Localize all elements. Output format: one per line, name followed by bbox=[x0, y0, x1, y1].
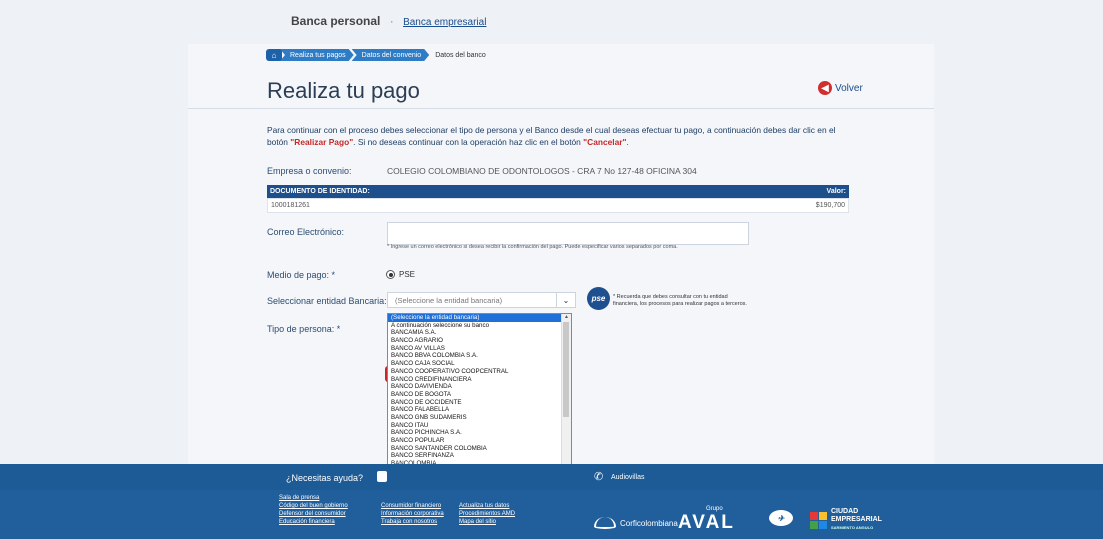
dropdown-options: (Seleccione la entidad bancaria) A contin… bbox=[388, 314, 561, 468]
scroll-thumb[interactable] bbox=[563, 322, 569, 417]
dropdown-option[interactable]: BANCO SERFINANZA bbox=[388, 452, 561, 460]
dropdown-option[interactable]: A continuación seleccione su banco bbox=[388, 322, 561, 330]
phone-icon[interactable]: ✆ bbox=[594, 470, 603, 483]
dropdown-option[interactable]: (Seleccione la entidad bancaria) bbox=[388, 314, 561, 322]
pse-note-line1: * Recuerda que debes consultar con tu en… bbox=[613, 294, 728, 300]
breadcrumb-item-convenio[interactable]: Datos del convenio bbox=[352, 49, 430, 61]
entidad-label: Seleccionar entidad Bancaria: * bbox=[267, 296, 393, 306]
ciudad-empresarial-logo: CIUDAD EMPRESARIAL SARMIENTO ANGULO bbox=[810, 508, 882, 532]
table-row: 1000181261 $190,700 bbox=[267, 198, 849, 213]
dropdown-option[interactable]: BANCAMIA S.A. bbox=[388, 329, 561, 337]
breadcrumb-current: Datos del banco bbox=[435, 51, 486, 59]
aval-text: AVAL bbox=[678, 512, 735, 533]
bank-select-value: (Seleccione la entidad bancaria) bbox=[395, 295, 503, 305]
document-table: DOCUMENTO DE IDENTIDAD: Valor: 100018126… bbox=[267, 185, 849, 213]
breadcrumb-item-pagos[interactable]: Realiza tus pagos bbox=[280, 49, 354, 61]
footer-link[interactable]: Consumidor financiero bbox=[381, 502, 444, 510]
ciudad-line1: CIUDAD bbox=[831, 508, 859, 515]
footer-link[interactable]: Trabaja con nosotros bbox=[381, 518, 444, 526]
nav-banca-empresarial[interactable]: Banca empresarial bbox=[403, 17, 486, 28]
table-header: DOCUMENTO DE IDENTIDAD: Valor: bbox=[267, 185, 849, 198]
tipo-label: Tipo de persona: * bbox=[267, 324, 341, 334]
pse-note-line2: financiera, los procesos para realizar p… bbox=[613, 301, 747, 307]
dropdown-option[interactable]: BANCO ITAU bbox=[388, 422, 561, 430]
dropdown-option[interactable]: BANCO COOPERATIVO COOPCENTRAL bbox=[388, 368, 561, 376]
dropdown-option[interactable]: BANCO PICHINCHA S.A. bbox=[388, 429, 561, 437]
intro-realizar: "Realizar Pago" bbox=[290, 137, 354, 147]
medio-label: Medio de pago: * bbox=[267, 270, 336, 280]
corficolombiana-logo: Corficolombiana bbox=[594, 517, 678, 529]
back-label: Volver bbox=[835, 82, 863, 94]
page-title: Realiza tu pago bbox=[267, 78, 420, 103]
empresa-value: COLEGIO COLOMBIANO DE ODONTOLOGOS - CRA … bbox=[387, 166, 697, 176]
breadcrumb: ⌂ Realiza tus pagos Datos del convenio D… bbox=[266, 48, 486, 62]
pse-note: * Recuerda que debes consultar con tu en… bbox=[613, 294, 793, 308]
dropdown-option[interactable]: BANCO FALABELLA bbox=[388, 406, 561, 414]
corficolombiana-text: Corficolombiana bbox=[620, 518, 678, 528]
nav-separator: · bbox=[389, 14, 394, 28]
footer bbox=[0, 490, 1103, 539]
pse-radio[interactable]: PSE bbox=[386, 270, 415, 279]
email-field[interactable] bbox=[387, 222, 749, 245]
ciudad-line3: SARMIENTO ANGULO bbox=[831, 525, 874, 530]
dropdown-option[interactable]: BANCO CAJA SOCIAL bbox=[388, 360, 561, 368]
footer-link[interactable]: Mapa del sitio bbox=[459, 518, 515, 526]
back-arrow-icon: ◀ bbox=[818, 81, 832, 95]
dropdown-option[interactable]: BANCO POPULAR bbox=[388, 437, 561, 445]
top-nav: Banca personal · Banca empresarial bbox=[291, 14, 486, 28]
back-button[interactable]: ◀ Volver bbox=[818, 81, 863, 95]
empresa-label: Empresa o convenio: bbox=[267, 166, 352, 176]
nav-banca-personal[interactable]: Banca personal bbox=[291, 14, 380, 28]
ciudad-line2: EMPRESARIAL bbox=[831, 516, 882, 523]
doc-number: 1000181261 bbox=[271, 202, 310, 209]
ciudad-text: CIUDAD EMPRESARIAL SARMIENTO ANGULO bbox=[831, 508, 882, 532]
dropdown-option[interactable]: BANCO AV VILLAS bbox=[388, 345, 561, 353]
dropdown-option[interactable]: BANCO CREDIFINANCIERA bbox=[388, 376, 561, 384]
footer-link[interactable]: Defensor del consumidor bbox=[279, 510, 348, 518]
doc-valor: $190,700 bbox=[815, 202, 845, 209]
intro-cancelar: "Cancelar" bbox=[583, 137, 627, 147]
footer-col3: Actualiza tus datos Procedimientos AMD M… bbox=[459, 502, 515, 526]
help-label[interactable]: ¿Necesitas ayuda? bbox=[286, 473, 363, 483]
dropdown-option[interactable]: BANCO AGRARIO bbox=[388, 337, 561, 345]
footer-col2: Consumidor financiero Información corpor… bbox=[381, 502, 444, 526]
chat-icon[interactable] bbox=[377, 471, 387, 482]
footer-link[interactable]: Educación financiera bbox=[279, 518, 348, 526]
dropdown-option[interactable]: BANCO DAVIVIENDA bbox=[388, 383, 561, 391]
chevron-down-icon[interactable]: ⌄ bbox=[556, 293, 575, 307]
footer-link[interactable]: Información corporativa bbox=[381, 510, 444, 518]
footer-col1: Sala de prensa Código del buen gobierno … bbox=[279, 494, 348, 526]
swoosh-icon bbox=[594, 517, 616, 529]
col-valor: Valor: bbox=[826, 188, 846, 195]
help-bar bbox=[0, 464, 1103, 490]
dropdown-option[interactable]: BANCO DE OCCIDENTE bbox=[388, 399, 561, 407]
intro-text: Para continuar con el proceso debes sele… bbox=[267, 124, 857, 148]
home-icon[interactable]: ⌂ bbox=[266, 49, 282, 61]
dropdown-option[interactable]: BANCO BBVA COLOMBIA S.A. bbox=[388, 352, 561, 360]
footer-link[interactable]: Código del buen gobierno bbox=[279, 502, 348, 510]
pse-logo: pse bbox=[587, 287, 610, 310]
partner-round-logo: ✈ bbox=[769, 510, 793, 526]
dropdown-option[interactable]: BANCO DE BOGOTA bbox=[388, 391, 561, 399]
dropdown-option[interactable]: BANCO GNB SUDAMERIS bbox=[388, 414, 561, 422]
email-label: Correo Electrónico: bbox=[267, 227, 345, 237]
bank-select[interactable]: (Seleccione la entidad bancaria) ⌄ bbox=[387, 292, 576, 308]
top-bar bbox=[0, 0, 1103, 44]
radio-dot[interactable] bbox=[386, 270, 395, 279]
intro-part3: . bbox=[626, 137, 629, 147]
audiovillas-link[interactable]: Audiovillas bbox=[611, 474, 644, 481]
intro-part2: . Si no deseas continuar con la operació… bbox=[353, 137, 584, 147]
pse-option-label: PSE bbox=[399, 270, 416, 279]
squares-icon bbox=[810, 511, 827, 529]
footer-link[interactable]: Sala de prensa bbox=[279, 494, 348, 502]
dropdown-option[interactable]: BANCO SANTANDER COLOMBIA bbox=[388, 445, 561, 453]
col-documento: DOCUMENTO DE IDENTIDAD: bbox=[270, 188, 370, 195]
footer-link[interactable]: Procedimientos AMD bbox=[459, 510, 515, 518]
footer-link[interactable]: Actualiza tus datos bbox=[459, 502, 515, 510]
email-hint: * Ingrese un correo electrónico si desea… bbox=[387, 244, 678, 250]
scroll-up-icon[interactable]: ▲ bbox=[562, 314, 571, 321]
